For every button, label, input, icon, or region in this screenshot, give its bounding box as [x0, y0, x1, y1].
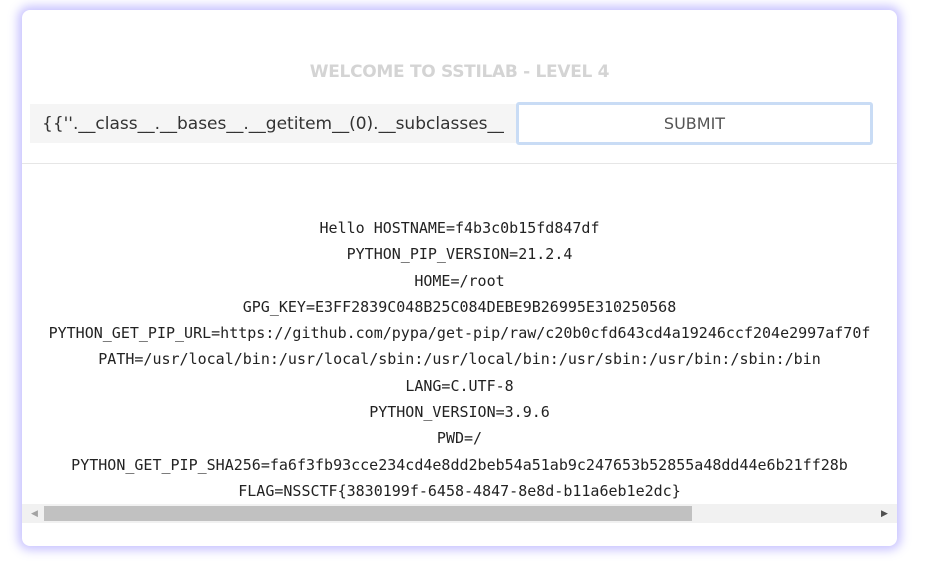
output-line: FLAG=NSSCTF{3830199f-6458-4847-8e8d-b11a…	[238, 481, 681, 500]
divider	[22, 163, 897, 164]
output-line: PYTHON_GET_PIP_SHA256=fa6f3fb93cce234cd4…	[71, 455, 848, 474]
output-line: PATH=/usr/local/bin:/usr/local/sbin:/usr…	[98, 350, 821, 369]
main-card: WELCOME TO SSTILAB - LEVEL 4 SUBMIT Hell…	[22, 10, 897, 546]
payload-form: SUBMIT	[30, 102, 873, 145]
output-line: HOME=/root	[414, 271, 505, 290]
output-text: Hello HOSTNAME=f4b3c0b15fd847df PYTHON_PI…	[22, 215, 897, 504]
output-panel: Hello HOSTNAME=f4b3c0b15fd847df PYTHON_PI…	[22, 215, 897, 505]
output-line: Hello HOSTNAME=f4b3c0b15fd847df	[319, 219, 600, 237]
output-line: PWD=/	[436, 429, 483, 448]
output-line: LANG=C.UTF-8	[405, 376, 514, 395]
output-line: GPG_KEY=E3FF2839C048B25C084DEBE9B26995E3…	[242, 297, 677, 316]
output-line: PYTHON_VERSION=3.9.6	[369, 403, 550, 422]
output-line: PYTHON_GET_PIP_URL=https://github.com/py…	[48, 324, 871, 343]
horizontal-scrollbar[interactable]: ◀ ▶	[22, 504, 897, 523]
submit-button[interactable]: SUBMIT	[516, 102, 873, 145]
scroll-thumb[interactable]	[44, 506, 692, 521]
page-title: WELCOME TO SSTILAB - LEVEL 4	[309, 62, 610, 82]
output-line: PYTHON_PIP_VERSION=21.2.4	[346, 245, 573, 264]
scroll-left-icon[interactable]: ◀	[26, 504, 43, 523]
scroll-right-icon[interactable]: ▶	[876, 504, 893, 523]
payload-input[interactable]	[30, 104, 516, 143]
